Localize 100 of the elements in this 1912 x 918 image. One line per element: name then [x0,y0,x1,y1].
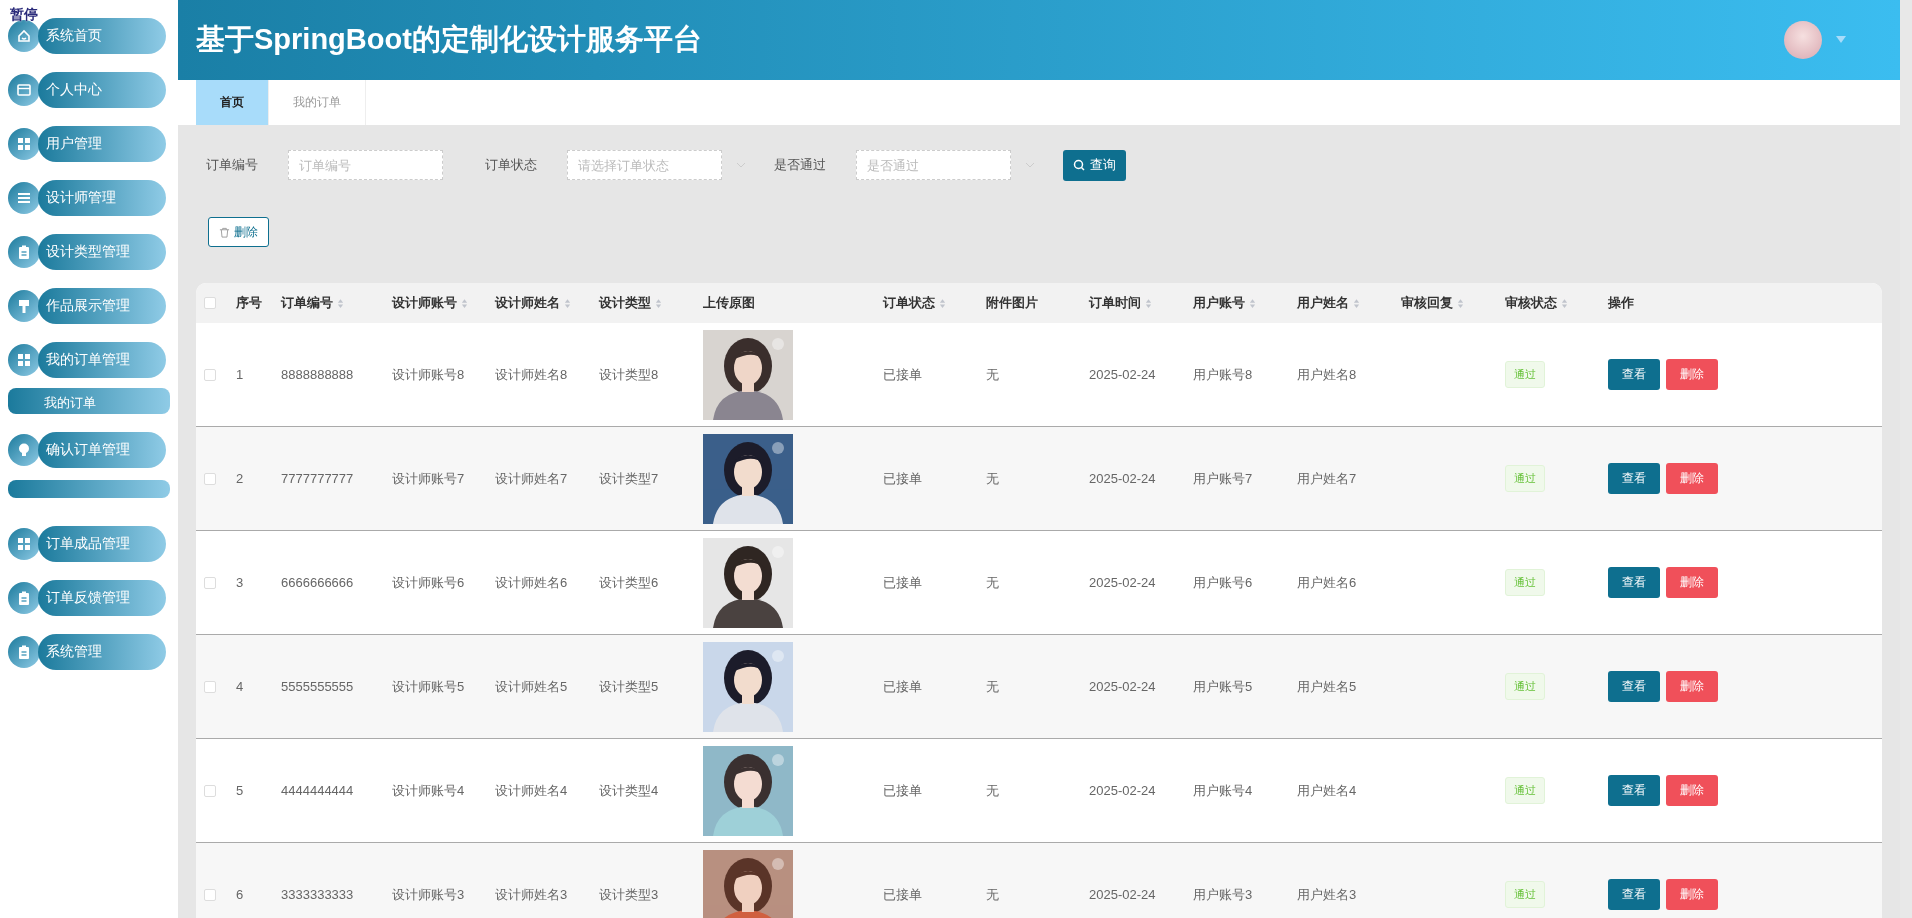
column-header: 设计师账号 [392,294,457,312]
filter-label: 订单编号 [206,156,258,174]
sort-icon[interactable] [564,297,571,309]
menu-icon[interactable] [8,344,40,376]
checkbox[interactable] [204,368,216,381]
table-cell-text: 6 [236,887,245,902]
sort-icon[interactable] [1145,297,1152,309]
table-cell-text: 用户账号4 [1193,781,1254,800]
table-cell-text: 设计师账号5 [392,677,466,696]
avatar[interactable] [1784,21,1822,59]
checkbox[interactable] [204,297,216,309]
column-header: 订单状态 [883,294,935,312]
checkbox[interactable] [204,472,216,485]
status-tag: 通过 [1505,881,1545,908]
table-cell-text: 用户姓名4 [1297,781,1358,800]
view-button[interactable]: 查看 [1608,567,1660,598]
table-cell-text: 设计师姓名7 [495,469,569,488]
menu-item[interactable]: 设计师管理 [38,180,166,216]
table-cell-text: 2025-02-24 [1089,679,1157,694]
search-icon [1073,159,1085,171]
tab[interactable]: 首页 [196,80,269,125]
menu-item[interactable]: 系统管理 [38,634,166,670]
view-button[interactable]: 查看 [1608,671,1660,702]
table-cell-text: 2025-02-24 [1089,575,1157,590]
column-header: 审核状态 [1505,294,1557,312]
menu-item[interactable]: 作品展示管理 [38,288,166,324]
search-button[interactable]: 查询 [1063,149,1126,181]
chevron-down-icon[interactable] [736,162,746,168]
menu-icon[interactable] [8,636,40,668]
table-cell-text: 2025-02-24 [1089,471,1157,486]
sort-icon[interactable] [1561,297,1568,309]
table-cell-text: 设计师姓名4 [495,781,569,800]
table-cell-text: 2025-02-24 [1089,887,1157,902]
menu-item[interactable]: 系统首页 [38,18,166,54]
menu-icon[interactable] [8,528,40,560]
menu-icon[interactable] [8,582,40,614]
table-cell-text: 用户姓名6 [1297,573,1358,592]
caret-icon[interactable] [1836,36,1846,44]
checkbox[interactable] [204,784,216,797]
sort-icon[interactable] [1249,297,1256,309]
menu-item[interactable]: 用户管理 [38,126,166,162]
table-cell-text: 用户姓名3 [1297,885,1358,904]
table-cell-text: 设计师姓名8 [495,365,569,384]
table-cell-text: 设计师姓名6 [495,573,569,592]
menu-icon[interactable] [8,74,40,106]
sort-icon[interactable] [461,297,468,309]
checkbox[interactable] [204,576,216,589]
delete-button[interactable]: 删除 [1666,463,1718,494]
select-field[interactable]: 请选择订单状态 [567,150,722,180]
table-cell-text: 无 [986,573,1000,592]
table-cell-text: 设计师姓名5 [495,677,569,696]
sort-icon[interactable] [337,297,344,309]
delete-button[interactable]: 删除 [208,217,269,247]
trash-icon [219,226,230,238]
column-header: 设计类型 [599,294,651,312]
submenu-item[interactable]: 我的订单 [8,388,170,414]
menu-icon[interactable] [8,236,40,268]
table-cell-text: 3333333333 [281,887,355,902]
column-header: 订单时间 [1089,294,1141,312]
delete-button[interactable]: 删除 [1666,359,1718,390]
checkbox[interactable] [204,680,216,693]
menu-icon[interactable] [8,20,40,52]
table-cell-text: 3 [236,575,245,590]
submenu-item[interactable] [8,480,170,498]
status-tag: 通过 [1505,569,1545,596]
sort-icon[interactable] [939,297,946,309]
table-cell-text: 2025-02-24 [1089,367,1157,382]
menu-icon[interactable] [8,290,40,322]
table-cell-text: 8888888888 [281,367,355,382]
menu-item[interactable]: 订单反馈管理 [38,580,166,616]
sort-icon[interactable] [1353,297,1360,309]
delete-button[interactable]: 删除 [1666,775,1718,806]
status-tag: 通过 [1505,361,1545,388]
select-field[interactable]: 是否通过 [856,150,1011,180]
view-button[interactable]: 查看 [1608,359,1660,390]
menu-item[interactable]: 个人中心 [38,72,166,108]
menu-item[interactable]: 确认订单管理 [38,432,166,468]
view-button[interactable]: 查看 [1608,775,1660,806]
menu-icon[interactable] [8,182,40,214]
filter-label: 订单状态 [485,156,537,174]
delete-button[interactable]: 删除 [1666,671,1718,702]
menu-item[interactable]: 我的订单管理 [38,342,166,378]
checkbox[interactable] [204,888,216,901]
chevron-down-icon[interactable] [1025,162,1035,168]
view-button[interactable]: 查看 [1608,463,1660,494]
view-button[interactable]: 查看 [1608,879,1660,910]
delete-button[interactable]: 删除 [1666,879,1718,910]
table-cell-text: 4444444444 [281,783,355,798]
menu-icon[interactable] [8,434,40,466]
status-tag: 通过 [1505,777,1545,804]
table-cell-text: 已接单 [883,781,923,800]
table-cell-text: 用户姓名7 [1297,469,1358,488]
delete-button[interactable]: 删除 [1666,567,1718,598]
menu-item[interactable]: 设计类型管理 [38,234,166,270]
sort-icon[interactable] [1457,297,1464,309]
sort-icon[interactable] [655,297,662,309]
menu-item[interactable]: 订单成品管理 [38,526,166,562]
input-field[interactable]: 订单编号 [288,150,443,180]
column-header: 审核回复 [1401,294,1453,312]
menu-icon[interactable] [8,128,40,160]
